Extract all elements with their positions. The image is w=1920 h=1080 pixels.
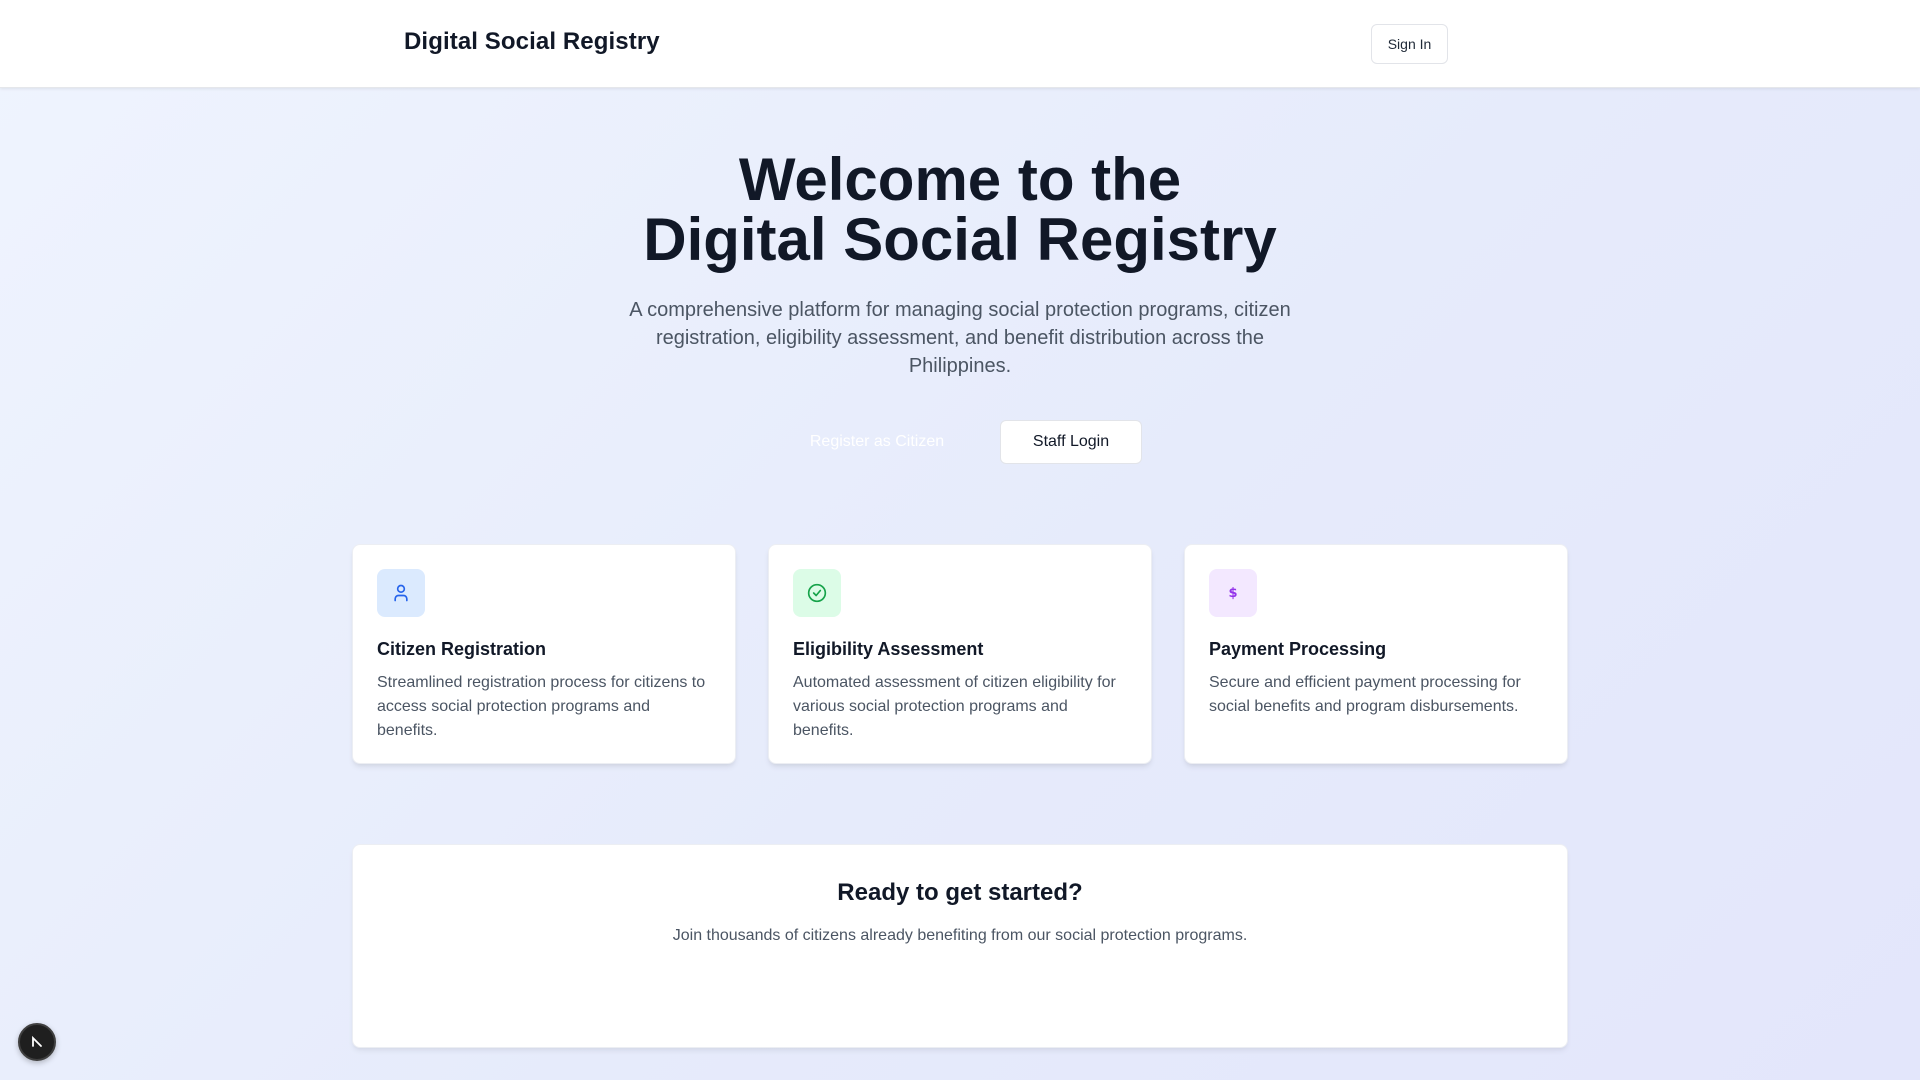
feature-title: Eligibility Assessment (793, 639, 984, 659)
site-brand[interactable]: Digital Social Registry (404, 28, 660, 56)
staff-login-button[interactable]: Staff Login (1000, 420, 1142, 464)
feature-title: Payment Processing (1209, 639, 1387, 659)
feature-card-citizen-registration: Citizen Registration Streamlined registr… (352, 544, 736, 764)
feature-description: Secure and efficient payment processing … (1209, 674, 1521, 715)
get-started-section: Ready to get started? Join thousands of … (352, 844, 1568, 1048)
feature-description: Streamlined registration process for cit… (377, 674, 706, 739)
cta-subtitle: Join thousands of citizens already benef… (672, 927, 1248, 944)
check-circle-icon (793, 569, 841, 617)
top-nav-bar: Digital Social Registry Sign In (0, 0, 1920, 88)
dollar-icon: $ (1209, 569, 1257, 617)
hero-title-line-1: Welcome to the (738, 146, 1182, 213)
feature-description: Automated assessment of citizen eligibil… (793, 674, 1116, 739)
hero-subtitle: A comprehensive platform for managing so… (629, 299, 1291, 377)
next-logo-icon[interactable] (18, 1023, 56, 1061)
user-icon (377, 569, 425, 617)
hero-title-line-2: Digital Social Registry (643, 206, 1277, 273)
cta-title: Ready to get started? (837, 879, 1083, 906)
feature-card-eligibility-assessment: Eligibility Assessment Automated assessm… (768, 544, 1152, 764)
feature-title: Citizen Registration (377, 639, 547, 659)
feature-card-payment-processing: $ Payment Processing Secure and efficien… (1184, 544, 1568, 764)
hero-title: Welcome to the Digital Social Registry (0, 150, 1920, 270)
sign-in-button[interactable]: Sign In (1371, 24, 1448, 64)
register-as-citizen-button[interactable]: Register as Citizen (786, 420, 968, 464)
